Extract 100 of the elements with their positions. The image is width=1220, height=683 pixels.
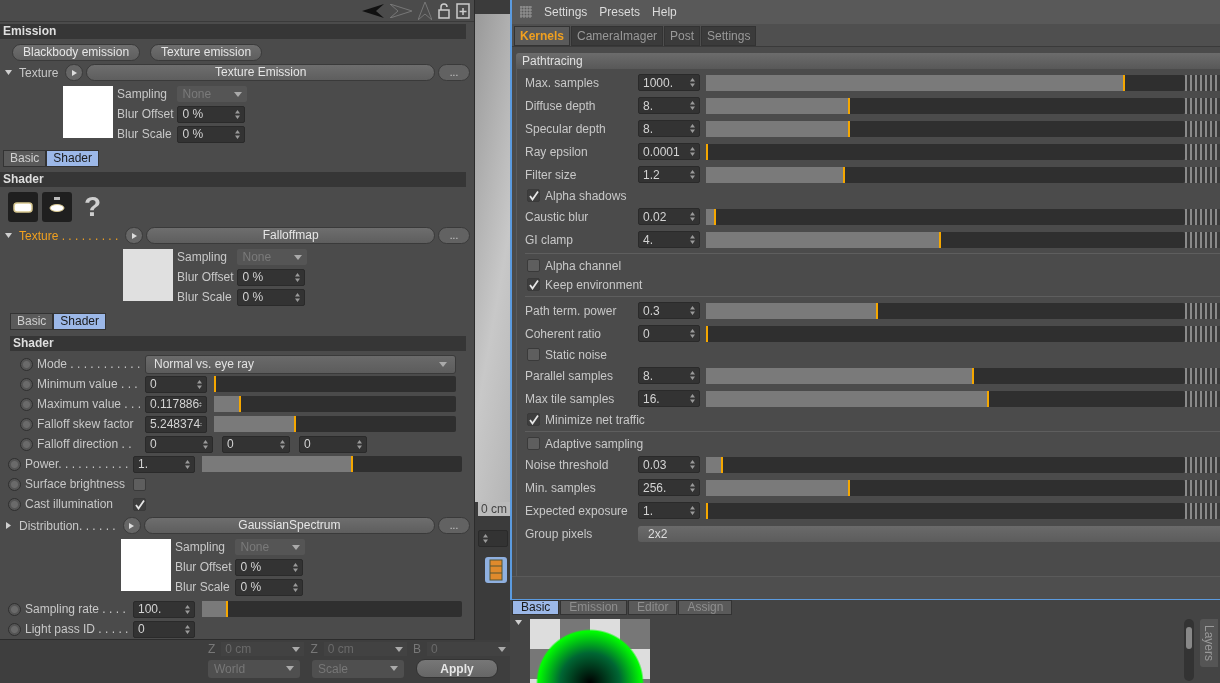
emission-button[interactable]: Texture emission: [150, 44, 263, 61]
number-field[interactable]: 8.: [638, 97, 700, 114]
lamp-icon[interactable]: [42, 192, 72, 222]
dropdown[interactable]: 2x2: [638, 525, 1220, 542]
number-field[interactable]: 0: [299, 435, 367, 453]
radio-icon[interactable]: [8, 602, 21, 616]
checkbox[interactable]: [527, 189, 540, 202]
scroll-thumb[interactable]: [1186, 627, 1192, 649]
number-field[interactable]: 0: [145, 435, 213, 453]
slider-track[interactable]: [214, 396, 456, 412]
shader-menu-button[interactable]: [122, 517, 141, 534]
number-field[interactable]: 0 %: [237, 288, 306, 306]
number-field[interactable]: 1.: [133, 455, 195, 473]
checkbox[interactable]: [527, 413, 540, 426]
radio-icon[interactable]: [20, 417, 33, 431]
radio-icon[interactable]: [8, 477, 21, 491]
number-field[interactable]: 0: [222, 435, 290, 453]
back-arrow-icon[interactable]: [362, 3, 384, 18]
number-field[interactable]: 0: [133, 620, 195, 638]
film-strip-icon[interactable]: [485, 557, 507, 583]
shader-button[interactable]: Falloffmap: [146, 227, 435, 244]
number-field[interactable]: 0.0001: [638, 143, 700, 160]
number-field[interactable]: 1.2: [638, 166, 700, 183]
menu-item[interactable]: Settings: [544, 5, 588, 19]
checkbox[interactable]: [133, 477, 146, 491]
new-window-icon[interactable]: [456, 2, 470, 19]
number-field[interactable]: 0: [145, 375, 207, 393]
help-icon[interactable]: ?: [84, 192, 102, 222]
tab[interactable]: Basic: [3, 150, 47, 167]
number-field[interactable]: 0.3: [638, 302, 700, 319]
number-field[interactable]: 0 %: [177, 105, 246, 123]
checkbox[interactable]: [527, 437, 540, 450]
checkbox[interactable]: [527, 278, 540, 291]
radio-icon[interactable]: [8, 622, 21, 636]
number-field[interactable]: 8.: [638, 120, 700, 137]
tab[interactable]: Basic: [512, 600, 560, 615]
number-field[interactable]: 0 %: [235, 558, 304, 576]
number-field[interactable]: 256.: [638, 479, 700, 496]
tab[interactable]: CameraImager: [571, 26, 664, 46]
menu-item[interactable]: Presets: [599, 5, 641, 19]
param-label: Surface brightness: [25, 477, 127, 491]
expand-triangle-icon[interactable]: [5, 232, 12, 239]
more-button[interactable]: ...: [438, 517, 470, 534]
number-field[interactable]: [477, 530, 508, 547]
radio-icon[interactable]: [20, 437, 33, 451]
tab[interactable]: Post: [664, 26, 701, 46]
expand-triangle-icon[interactable]: [5, 69, 12, 76]
number-field[interactable]: 0 %: [177, 125, 246, 143]
up-arrow-icon[interactable]: [418, 1, 432, 20]
number-field[interactable]: 0.03: [638, 456, 700, 473]
number-field[interactable]: 1000.: [638, 74, 700, 91]
checkbox[interactable]: [133, 497, 146, 511]
slider-track[interactable]: [214, 376, 456, 392]
radio-icon[interactable]: [20, 357, 33, 371]
number-field[interactable]: 0: [638, 325, 700, 342]
number-field[interactable]: 8.: [638, 367, 700, 384]
radio-icon[interactable]: [20, 377, 33, 391]
shader-button[interactable]: Texture Emission: [86, 64, 435, 81]
number-field[interactable]: 100.: [133, 600, 195, 618]
number-field[interactable]: 0 %: [235, 578, 304, 596]
spinner-icon: [357, 439, 362, 449]
glowing-rectangle-icon[interactable]: [8, 192, 38, 222]
tab[interactable]: Basic: [10, 313, 54, 330]
radio-icon[interactable]: [20, 397, 33, 411]
tab[interactable]: Settings: [701, 26, 757, 46]
emission-button[interactable]: Blackbody emission: [12, 44, 141, 61]
radio-icon[interactable]: [8, 457, 21, 471]
scrollbar[interactable]: [1184, 619, 1194, 681]
expand-triangle-icon[interactable]: [515, 619, 522, 626]
collapse-triangle-icon[interactable]: [5, 522, 12, 529]
slider-track[interactable]: [202, 601, 462, 617]
tab[interactable]: Shader: [46, 150, 100, 167]
material-preview[interactable]: [530, 619, 650, 683]
number-field[interactable]: 0.02: [638, 208, 700, 225]
forward-arrow-icon[interactable]: [390, 3, 412, 18]
number-field[interactable]: 5.248374: [145, 415, 207, 433]
shader-button[interactable]: GaussianSpectrum: [143, 517, 435, 534]
checkmark-icon: [134, 498, 145, 510]
number-field[interactable]: 1.: [638, 502, 700, 519]
checkbox[interactable]: [527, 348, 540, 361]
slider-track[interactable]: [202, 456, 462, 472]
shader-menu-button[interactable]: [125, 227, 144, 244]
number-field[interactable]: 0 %: [237, 268, 306, 286]
checkbox[interactable]: [527, 259, 540, 272]
shader-menu-button[interactable]: [65, 64, 84, 81]
param-label: Min. samples: [525, 480, 597, 495]
slider-track[interactable]: [214, 416, 456, 432]
tab[interactable]: Shader: [53, 313, 107, 330]
number-field[interactable]: 4.: [638, 231, 700, 248]
menu-item[interactable]: Help: [652, 5, 677, 19]
lock-icon[interactable]: [438, 2, 450, 19]
tick-marks-icon: [1185, 166, 1220, 183]
more-button[interactable]: ...: [438, 227, 470, 244]
tick-marks-icon: [1185, 231, 1220, 248]
number-field[interactable]: 16.: [638, 390, 700, 407]
tab[interactable]: Kernels: [514, 26, 571, 46]
mode-dropdown[interactable]: Normal vs. eye ray: [145, 354, 456, 374]
radio-icon[interactable]: [8, 497, 21, 511]
more-button[interactable]: ...: [438, 64, 470, 81]
number-field[interactable]: 0.117886: [145, 395, 207, 413]
